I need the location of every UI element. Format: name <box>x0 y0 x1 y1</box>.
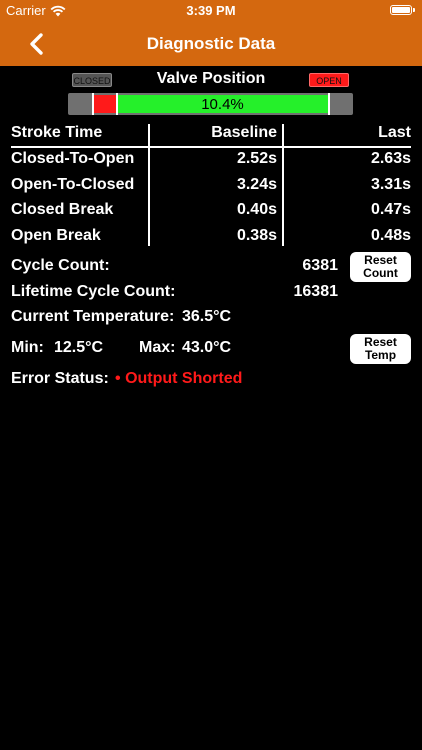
header-last: Last <box>378 124 411 141</box>
reset-count-button[interactable]: Reset Count <box>350 252 411 282</box>
row-baseline: 0.38s <box>236 227 277 244</box>
status-time: 3:39 PM <box>186 3 236 18</box>
battery-icon <box>390 5 415 15</box>
lifetime-cycle-count-label: Lifetime Cycle Count: <box>11 283 176 300</box>
current-temperature-label: Current Temperature: <box>11 308 175 325</box>
table-column-divider <box>282 124 284 246</box>
error-status-label: Error Status: <box>11 370 109 387</box>
row-label: Open-To-Closed <box>11 176 135 193</box>
valve-closed-segment <box>94 95 116 113</box>
navigation-bar: Diagnostic Data <box>0 22 422 66</box>
cycle-count-value: 6381 <box>302 257 338 274</box>
closed-badge: CLOSED <box>72 73 112 87</box>
cycle-count-label: Cycle Count: <box>11 257 110 274</box>
header-baseline: Baseline <box>211 124 277 141</box>
error-status-indicator: • Output Shorted <box>115 370 242 388</box>
row-baseline: 0.40s <box>236 201 277 218</box>
row-label: Open Break <box>11 227 101 244</box>
status-bar: Carrier 3:39 PM <box>0 0 422 22</box>
error-bullet-icon: • <box>115 370 121 387</box>
row-last: 2.63s <box>370 150 411 167</box>
error-status-value: Output Shorted <box>125 370 243 387</box>
min-temperature-label: Min: <box>11 339 44 356</box>
lifetime-cycle-count-value: 16381 <box>293 283 339 300</box>
open-badge: OPEN <box>309 73 349 87</box>
table-column-divider <box>148 124 150 246</box>
min-temperature-value: 12.5°C <box>54 339 104 356</box>
reset-temp-button[interactable]: Reset Temp <box>350 334 411 364</box>
row-baseline: 2.52s <box>236 150 277 167</box>
max-temperature-label: Max: <box>139 339 176 356</box>
table-header-divider <box>11 146 411 148</box>
valve-tick <box>92 93 94 115</box>
row-last: 0.47s <box>370 201 411 218</box>
current-temperature-value: 36.5°C <box>182 308 232 325</box>
row-baseline: 3.24s <box>236 176 277 193</box>
max-temperature-value: 43.0°C <box>182 339 232 356</box>
page-title: Diagnostic Data <box>146 34 276 53</box>
row-last: 0.48s <box>370 227 411 244</box>
row-last: 3.31s <box>370 176 411 193</box>
valve-position-title: Valve Position <box>156 70 266 87</box>
header-stroke-time: Stroke Time <box>11 124 103 141</box>
row-label: Closed Break <box>11 201 114 218</box>
row-label: Closed-To-Open <box>11 150 135 167</box>
valve-percent: 10.4% <box>201 96 244 113</box>
valve-position-bar: 10.4% <box>68 93 353 115</box>
